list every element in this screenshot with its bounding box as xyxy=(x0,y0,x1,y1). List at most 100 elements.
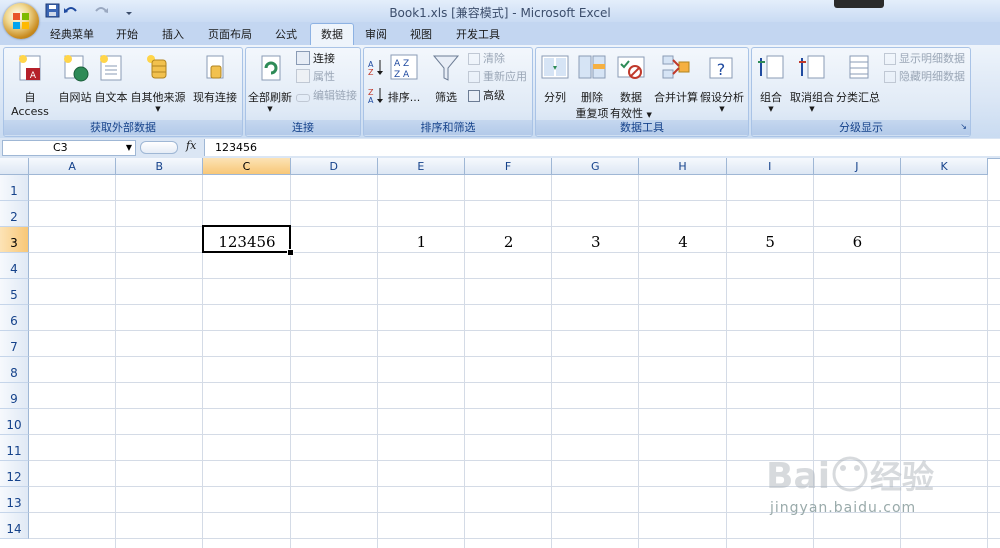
tab-page-layout[interactable]: 页面布局 xyxy=(198,24,262,45)
formula-bar: C3 ▼ fx 123456 xyxy=(0,138,1000,159)
dropdown-arrow-icon: ▼ xyxy=(809,105,815,113)
column-header-j[interactable]: J xyxy=(813,158,901,175)
from-other-sources-button[interactable]: 自其他来源 ▼ xyxy=(130,52,186,113)
remove-duplicates-button[interactable]: 删除 重复项 xyxy=(574,52,610,120)
column-header-i[interactable]: I xyxy=(726,158,814,175)
cell-g3[interactable]: 3 xyxy=(552,229,639,255)
refresh-all-button[interactable]: 全部刷新 ▼ xyxy=(247,52,293,113)
row-header-2[interactable]: 2 xyxy=(0,201,29,227)
row-gridline xyxy=(29,226,1000,227)
formula-controls: fx xyxy=(136,139,202,154)
column-header-g[interactable]: G xyxy=(552,158,640,175)
column-header-e[interactable]: E xyxy=(377,158,465,175)
row-gridline xyxy=(29,538,1000,539)
existing-connections-icon xyxy=(206,55,224,79)
cell-e3[interactable]: 1 xyxy=(378,229,465,255)
row-header-13[interactable]: 13 xyxy=(0,487,29,513)
from-web-button[interactable]: 自网站 xyxy=(56,52,94,112)
row-gridline xyxy=(29,278,1000,279)
office-logo-icon xyxy=(13,13,29,29)
group-label-connections: 连接 xyxy=(246,120,360,135)
redo-icon[interactable] xyxy=(92,3,110,19)
sort-ascending-icon[interactable]: A Z xyxy=(367,58,385,76)
consolidate-button[interactable]: 合并计算 xyxy=(654,52,698,112)
row-header-1[interactable]: 1 xyxy=(0,175,29,201)
row-header-7[interactable]: 7 xyxy=(0,331,29,357)
row-header-14[interactable]: 14 xyxy=(0,513,29,539)
column-header-c[interactable]: C xyxy=(203,158,291,175)
tab-insert[interactable]: 插入 xyxy=(152,24,194,45)
fill-handle[interactable] xyxy=(287,249,294,256)
edit-links-button[interactable]: 编辑链接 xyxy=(296,87,357,104)
dropdown-arrow-icon: ▼ xyxy=(267,105,273,113)
name-box[interactable]: C3 ▼ xyxy=(2,140,136,156)
reapply-button[interactable]: 重新应用 xyxy=(468,68,527,85)
formula-input[interactable]: 123456 xyxy=(204,139,1000,156)
tab-formulas[interactable]: 公式 xyxy=(265,24,307,45)
group-button[interactable]: 组合 ▼ xyxy=(754,52,788,113)
group-label-sort-filter: 排序和筛选 xyxy=(364,120,532,135)
cell-i3[interactable]: 5 xyxy=(727,229,814,255)
dialog-launcher-icon[interactable]: ↘ xyxy=(960,122,967,131)
name-box-dropdown-icon[interactable]: ▼ xyxy=(126,141,132,155)
select-all-corner[interactable] xyxy=(0,158,29,175)
column-header-d[interactable]: D xyxy=(290,158,378,175)
formula-expand-handle[interactable] xyxy=(140,141,178,154)
from-text-button[interactable]: 自文本 xyxy=(92,52,130,112)
hide-detail-button[interactable]: 隐藏明细数据 xyxy=(884,68,965,85)
advanced-filter-icon xyxy=(468,90,480,102)
cell-h3[interactable]: 4 xyxy=(639,229,726,255)
text-to-columns-button[interactable]: 分列 xyxy=(538,52,572,112)
tab-data[interactable]: 数据 xyxy=(310,23,354,45)
existing-connections-button[interactable]: 现有连接 xyxy=(190,52,240,112)
undo-icon[interactable] xyxy=(62,3,80,19)
row-header-3[interactable]: 3 xyxy=(0,227,29,253)
properties-button[interactable]: 属性 xyxy=(296,68,335,85)
from-other-sources-label: 自其他来源 xyxy=(130,91,186,104)
show-detail-button[interactable]: 显示明细数据 xyxy=(884,50,965,67)
data-validation-icon xyxy=(617,56,645,79)
tab-home[interactable]: 开始 xyxy=(106,24,148,45)
ungroup-button[interactable]: 取消组合 ▼ xyxy=(790,52,834,113)
column-header-a[interactable]: A xyxy=(29,158,117,175)
what-if-analysis-button[interactable]: ? 假设分析 ▼ xyxy=(698,52,746,113)
customize-qat-icon[interactable] xyxy=(124,3,134,19)
column-header-f[interactable]: F xyxy=(465,158,553,175)
data-validation-label-2-text: 有效性 xyxy=(610,107,644,120)
column-header-k[interactable]: K xyxy=(901,158,989,175)
column-header-b[interactable]: B xyxy=(116,158,204,175)
sort-descending-icon[interactable]: Z A xyxy=(367,86,385,104)
cell-j3[interactable]: 6 xyxy=(814,229,901,255)
clear-filter-button[interactable]: 清除 xyxy=(468,50,505,67)
text-to-columns-label: 分列 xyxy=(544,91,566,104)
group-label: 组合 xyxy=(760,91,782,104)
filter-button[interactable]: 筛选 xyxy=(428,52,464,112)
insert-function-icon[interactable]: fx xyxy=(186,139,196,152)
office-button[interactable] xyxy=(3,3,39,39)
tab-review[interactable]: 审阅 xyxy=(355,24,397,45)
svg-text:A: A xyxy=(30,71,37,81)
row-header-12[interactable]: 12 xyxy=(0,461,29,487)
column-header-h[interactable]: H xyxy=(639,158,727,175)
save-icon[interactable] xyxy=(44,3,62,19)
row-header-5[interactable]: 5 xyxy=(0,279,29,305)
row-header-11[interactable]: 11 xyxy=(0,435,29,461)
sort-button[interactable]: A Z Z A 排序... xyxy=(386,52,422,112)
tab-view[interactable]: 视图 xyxy=(400,24,442,45)
advanced-filter-button[interactable]: 高级 xyxy=(468,87,505,104)
row-header-4[interactable]: 4 xyxy=(0,253,29,279)
data-validation-button[interactable]: 数据 有效性 ▼ xyxy=(610,52,652,120)
consolidate-label: 合并计算 xyxy=(654,91,698,104)
subtotal-button[interactable]: 分类汇总 xyxy=(836,52,880,112)
tab-developer[interactable]: 开发工具 xyxy=(446,24,510,45)
row-header-9[interactable]: 9 xyxy=(0,383,29,409)
edit-links-icon xyxy=(296,94,310,102)
connections-button[interactable]: 连接 xyxy=(296,50,335,67)
from-access-button[interactable]: A 自 Access xyxy=(4,52,56,118)
row-header-6[interactable]: 6 xyxy=(0,305,29,331)
row-header-10[interactable]: 10 xyxy=(0,409,29,435)
cell-f3[interactable]: 2 xyxy=(465,229,552,255)
row-header-8[interactable]: 8 xyxy=(0,357,29,383)
tab-classic-menu[interactable]: 经典菜单 xyxy=(40,24,104,45)
active-cell-border[interactable] xyxy=(202,225,291,253)
